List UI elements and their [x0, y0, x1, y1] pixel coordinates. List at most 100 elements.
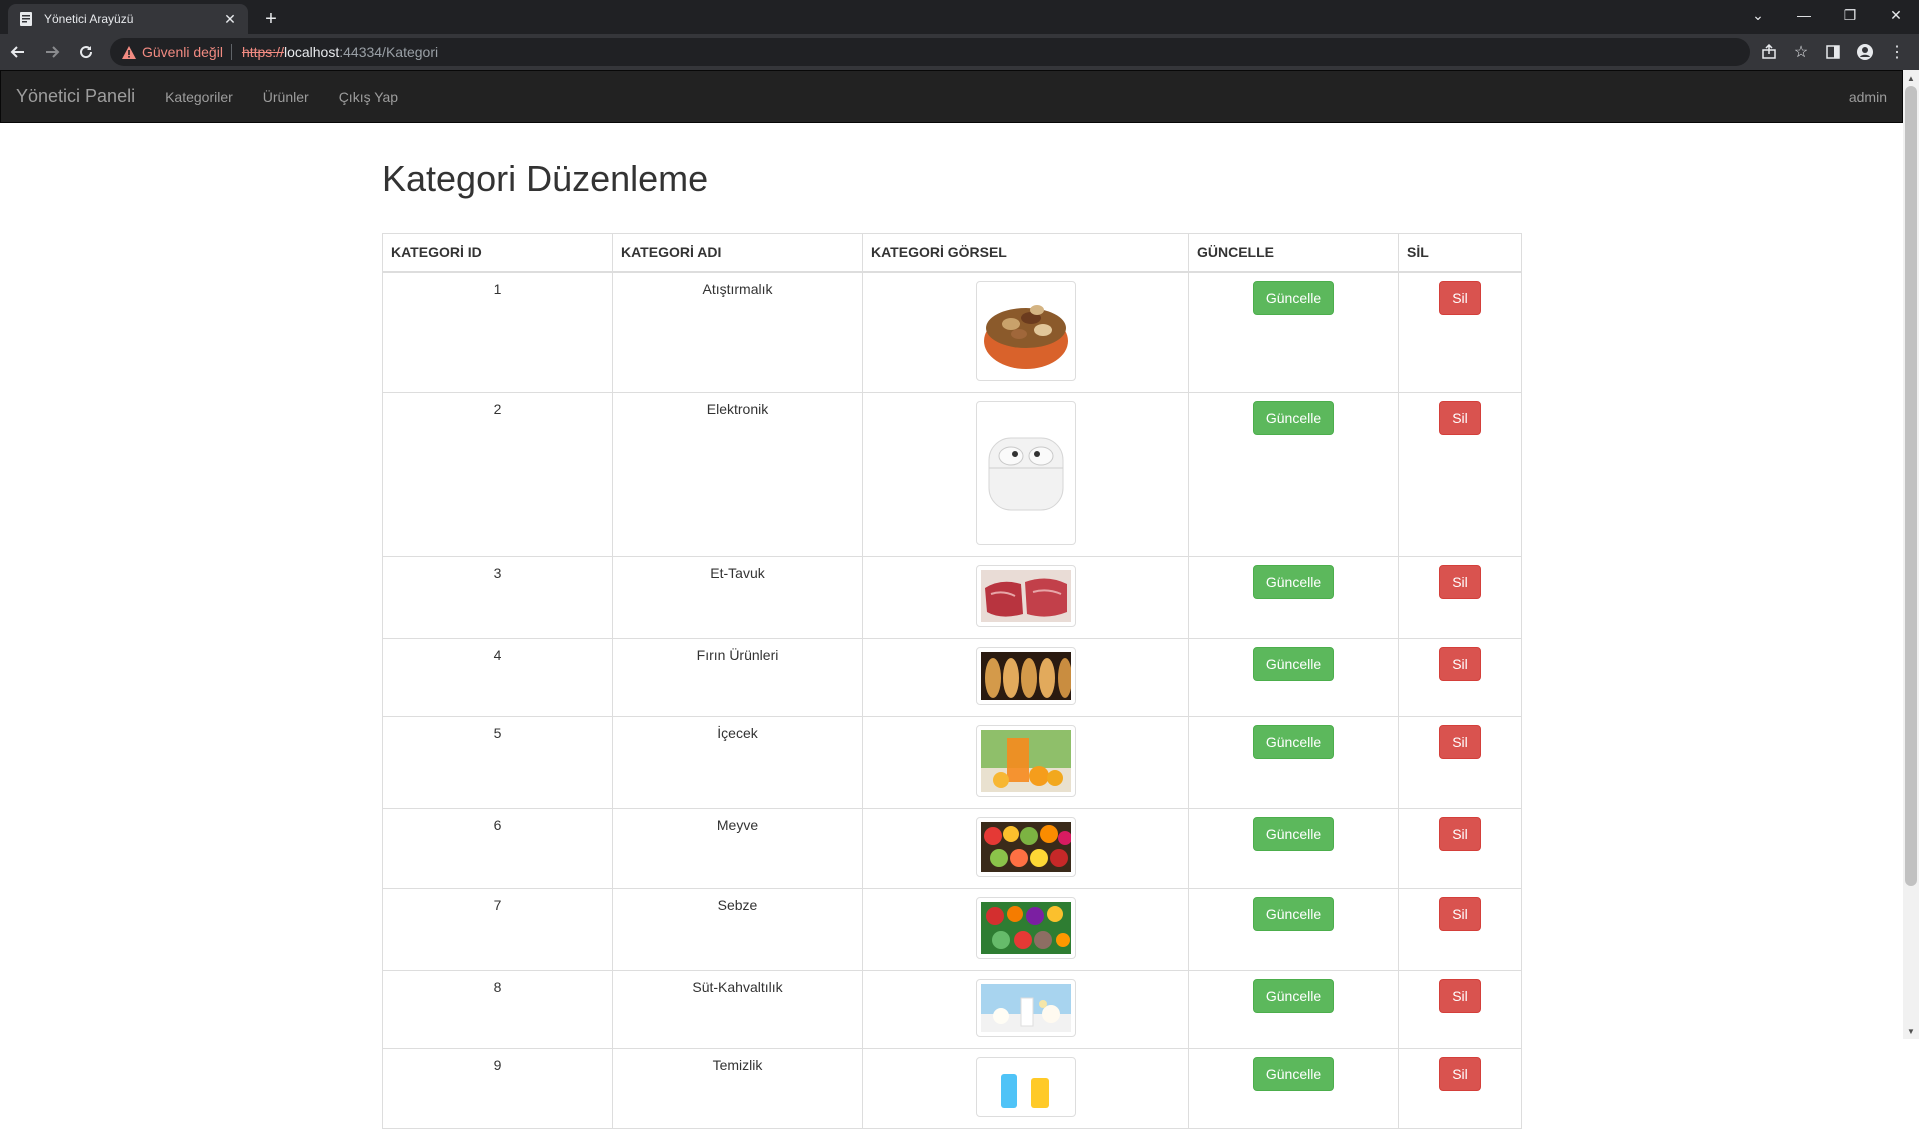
forward-icon[interactable] [36, 36, 68, 68]
reload-icon[interactable] [70, 36, 102, 68]
restore-icon[interactable]: ❐ [1827, 0, 1873, 30]
category-name: Temizlik [612, 1047, 863, 1129]
category-id: 1 [382, 271, 613, 393]
share-icon[interactable] [1753, 38, 1785, 66]
update-button[interactable]: Güncelle [1252, 896, 1335, 931]
browser-tabstrip: Yönetici Arayüzü ✕ + ⌄ — ❐ ✕ [0, 0, 1919, 34]
delete-button[interactable]: Sil [1439, 816, 1481, 851]
col-header-id: KATEGORİ ID [382, 233, 613, 273]
delete-button[interactable]: Sil [1439, 646, 1481, 681]
table-row: 2 Elektronik Güncelle Sil [382, 391, 1522, 557]
col-header-delete: SİL [1398, 233, 1522, 273]
security-status[interactable]: Güvenli değil [142, 44, 223, 60]
nuts-bowl-image [975, 280, 1076, 381]
table-row: 9 Temizlik Güncelle Sil [382, 1047, 1522, 1129]
bookmark-star-icon[interactable]: ☆ [1785, 38, 1817, 66]
col-header-update: GÜNCELLE [1188, 233, 1399, 273]
vegetables-image [975, 896, 1076, 959]
close-icon[interactable]: ✕ [222, 11, 238, 28]
delete-button[interactable]: Sil [1439, 280, 1481, 315]
delete-button[interactable]: Sil [1439, 724, 1481, 759]
category-name: Et-Tavuk [612, 555, 863, 639]
warning-icon[interactable] [122, 45, 136, 59]
nav-link-logout[interactable]: Çıkış Yap [324, 89, 413, 105]
update-button[interactable]: Güncelle [1252, 280, 1335, 315]
url-host: localhost [283, 44, 340, 60]
user-menu[interactable]: admin [1849, 89, 1887, 105]
table-header-row: KATEGORİ ID KATEGORİ ADI KATEGORİ GÖRSEL… [382, 233, 1522, 273]
category-name: Fırın Ürünleri [612, 637, 863, 717]
update-button[interactable]: Güncelle [1252, 816, 1335, 851]
scroll-up-icon[interactable]: ▲ [1903, 70, 1919, 86]
category-table: KATEGORİ ID KATEGORİ ADI KATEGORİ GÖRSEL… [382, 233, 1522, 1129]
delete-button[interactable]: Sil [1439, 896, 1481, 931]
delete-button[interactable]: Sil [1439, 400, 1481, 435]
category-id: 9 [382, 1047, 613, 1129]
window-controls: ⌄ — ❐ ✕ [1735, 0, 1919, 30]
earbuds-case-image [975, 400, 1076, 545]
nav-link-categories[interactable]: Kategoriler [150, 89, 248, 105]
browser-toolbar: Güvenli değil https:// localhost :44334/… [0, 34, 1919, 70]
url-scheme: https:// [241, 44, 284, 60]
category-id: 7 [382, 887, 613, 971]
table-row: 4 Fırın Ürünleri Güncelle Sil [382, 637, 1522, 717]
category-id: 8 [382, 969, 613, 1049]
update-button[interactable]: Güncelle [1252, 978, 1335, 1013]
scrollbar-thumb[interactable] [1905, 86, 1917, 886]
table-row: 7 Sebze Güncelle Sil [382, 887, 1522, 971]
category-name: Atıştırmalık [612, 271, 863, 393]
col-header-name: KATEGORİ ADI [612, 233, 863, 273]
page-title: Kategori Düzenleme [382, 158, 709, 199]
update-button[interactable]: Güncelle [1252, 564, 1335, 599]
divider [230, 44, 232, 60]
update-button[interactable]: Güncelle [1252, 724, 1335, 759]
col-header-image: KATEGORİ GÖRSEL [862, 233, 1189, 273]
dairy-image [975, 978, 1076, 1037]
new-tab-icon[interactable]: + [258, 6, 284, 32]
close-window-icon[interactable]: ✕ [1873, 0, 1919, 30]
category-name: Süt-Kahvaltılık [612, 969, 863, 1049]
nav-link-products[interactable]: Ürünler [248, 89, 324, 105]
delete-button[interactable]: Sil [1439, 978, 1481, 1013]
category-id: 5 [382, 715, 613, 809]
delete-button[interactable]: Sil [1439, 564, 1481, 599]
category-name: Meyve [612, 807, 863, 889]
page-scrollbar[interactable]: ▲ ▼ [1903, 70, 1919, 1039]
bread-loaves-image [975, 646, 1076, 705]
table-row: 5 İçecek Güncelle Sil [382, 715, 1522, 809]
table-row: 1 Atıştırmalık Güncelle Sil [382, 271, 1522, 393]
menu-icon[interactable]: ⋮ [1881, 38, 1913, 66]
category-id: 4 [382, 637, 613, 717]
brand-link[interactable]: Yönetici Paneli [16, 86, 135, 107]
category-name: Sebze [612, 887, 863, 971]
orange-juice-image [975, 724, 1076, 797]
toolbar-actions: ☆ ⋮ [1753, 38, 1913, 66]
scroll-down-icon[interactable]: ▼ [1903, 1023, 1919, 1039]
update-button[interactable]: Güncelle [1252, 1056, 1335, 1091]
table-row: 6 Meyve Güncelle Sil [382, 807, 1522, 889]
minimize-icon[interactable]: — [1781, 0, 1827, 30]
back-icon[interactable] [2, 36, 34, 68]
admin-navbar: Yönetici Paneli Kategoriler Ürünler Çıkı… [0, 70, 1903, 123]
table-row: 8 Süt-Kahvaltılık Güncelle Sil [382, 969, 1522, 1049]
category-id: 2 [382, 391, 613, 557]
table-row: 3 Et-Tavuk Güncelle Sil [382, 555, 1522, 639]
category-id: 3 [382, 555, 613, 639]
category-name: Elektronik [612, 391, 863, 557]
fruits-image [975, 816, 1076, 877]
update-button[interactable]: Güncelle [1252, 646, 1335, 681]
browser-tab[interactable]: Yönetici Arayüzü ✕ [8, 4, 248, 34]
update-button[interactable]: Güncelle [1252, 400, 1335, 435]
category-name: İçecek [612, 715, 863, 809]
page-icon [18, 11, 34, 27]
raw-meat-image [975, 564, 1076, 627]
profile-icon[interactable] [1849, 38, 1881, 66]
side-panel-icon[interactable] [1817, 38, 1849, 66]
category-id: 6 [382, 807, 613, 889]
tab-search-icon[interactable]: ⌄ [1735, 0, 1781, 30]
cleaning-image [975, 1056, 1076, 1117]
delete-button[interactable]: Sil [1439, 1056, 1481, 1091]
tab-title: Yönetici Arayüzü [44, 12, 134, 26]
address-bar[interactable]: Güvenli değil https:// localhost :44334/… [110, 38, 1750, 66]
url-path: :44334/Kategori [339, 44, 439, 60]
